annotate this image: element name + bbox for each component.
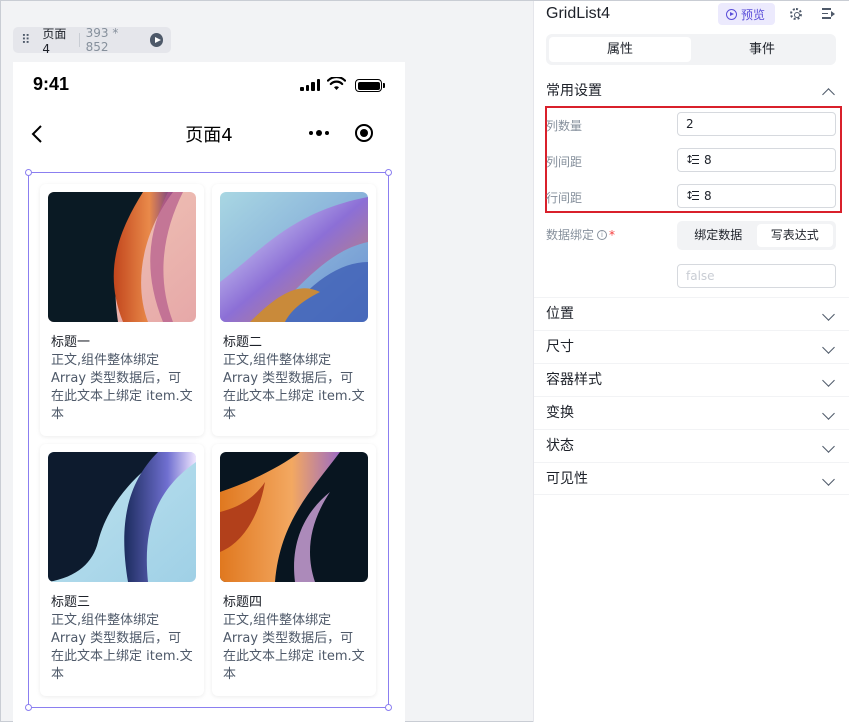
card-image [48, 192, 196, 322]
data-binding-label: 数据绑定 i * [546, 226, 615, 243]
card-body: 正文,组件整体绑定 Array 类型数据后，可在此文本上绑定 item.文本 [51, 353, 193, 422]
column-gap-value: 8 [704, 153, 712, 167]
expression-input[interactable]: false [677, 264, 836, 288]
row-gap-label: 行间距 [546, 191, 583, 205]
panel-tabs: 属性 事件 [546, 34, 836, 65]
section-size[interactable]: 尺寸 [534, 330, 849, 363]
page-tag-size: 393 * 852 [85, 26, 119, 54]
card-title: 标题二 [223, 335, 263, 350]
row-gap-input[interactable]: 8 [677, 184, 836, 208]
page-tag-name: 页面4 [42, 26, 67, 56]
resize-handle[interactable] [385, 169, 392, 176]
section-state[interactable]: 状态 [534, 429, 849, 462]
section-title: 位置 [546, 306, 574, 322]
section-container-style[interactable]: 容器样式 [534, 363, 849, 396]
card-title: 标题一 [51, 335, 91, 350]
card-image [220, 192, 368, 322]
more-dots-icon[interactable] [309, 127, 331, 139]
chevron-down-icon [822, 341, 835, 354]
page-tag[interactable]: ⠿ 页面4 393 * 852 [13, 26, 171, 56]
property-panel: GridList4 预览 属性 事件 常用设置 列数量 2 列间距 8 行间距 [533, 1, 849, 722]
data-binding-text: 数据绑定 [546, 228, 595, 242]
card-body: 正文,组件整体绑定 Array 类型数据后，可在此文本上绑定 item.文本 [223, 353, 365, 422]
mini-program-capsule [305, 117, 393, 149]
resize-handle[interactable] [25, 169, 32, 176]
resize-handle[interactable] [385, 704, 392, 711]
preview-label: 预览 [741, 7, 766, 22]
section-title: 容器样式 [546, 372, 602, 388]
section-title: 状态 [546, 438, 574, 454]
data-binding-toggle: 绑定数据 写表达式 [677, 221, 836, 250]
section-title: 可见性 [546, 471, 588, 487]
component-name: GridList4 [546, 5, 611, 22]
grid-list[interactable]: 标题一 正文,组件整体绑定 Array 类型数据后，可在此文本上绑定 item.… [40, 184, 376, 696]
section-transform[interactable]: 变换 [534, 396, 849, 429]
page-tag-divider [78, 33, 80, 47]
card-image [48, 452, 196, 582]
nav-bar: 页面4 [13, 112, 405, 156]
card-title: 标题四 [223, 595, 263, 610]
preview-button[interactable]: 预览 [718, 3, 775, 25]
columns-input[interactable]: 2 [677, 112, 836, 136]
tab-properties[interactable]: 属性 [549, 37, 691, 62]
play-icon[interactable] [149, 33, 163, 47]
section-title: 尺寸 [546, 339, 574, 355]
play-circle-icon [726, 8, 737, 20]
bind-data-option[interactable]: 绑定数据 [680, 224, 757, 247]
chevron-down-icon [822, 374, 835, 387]
drag-handle-icon[interactable]: ⠿ [21, 33, 34, 48]
gear-icon[interactable] [790, 8, 802, 20]
card-body: 正文,组件整体绑定 Array 类型数据后，可在此文本上绑定 item.文本 [51, 613, 193, 682]
grid-card[interactable]: 标题四 正文,组件整体绑定 Array 类型数据后，可在此文本上绑定 item.… [212, 444, 376, 696]
columns-label: 列数量 [546, 119, 583, 133]
chevron-down-icon [822, 440, 835, 453]
row-gap-value: 8 [704, 189, 712, 203]
section-title: 常用设置 [546, 83, 602, 99]
section-position[interactable]: 位置 [534, 297, 849, 330]
chevron-down-icon [822, 407, 835, 420]
card-image [220, 452, 368, 582]
columns-value: 2 [686, 117, 694, 131]
status-time: 9:41 [33, 74, 70, 94]
section-title: 变换 [546, 405, 574, 421]
app-frame: ⠿ 页面4 393 * 852 9:41 页面4 标题一 正文,组件整体绑定 A… [0, 0, 849, 722]
expression-option[interactable]: 写表达式 [756, 224, 833, 247]
column-gap-label: 列间距 [546, 155, 583, 169]
grid-card[interactable]: 标题一 正文,组件整体绑定 Array 类型数据后，可在此文本上绑定 item.… [40, 184, 204, 436]
close-circle-icon[interactable] [355, 124, 373, 142]
card-title: 标题三 [51, 595, 91, 610]
resize-handle[interactable] [25, 704, 32, 711]
signal-icon [300, 79, 320, 91]
column-gap-input[interactable]: 8 [677, 148, 836, 172]
collapse-panel-icon[interactable] [822, 8, 835, 19]
section-visibility[interactable]: 可见性 [534, 462, 849, 495]
grid-card[interactable]: 标题三 正文,组件整体绑定 Array 类型数据后，可在此文本上绑定 item.… [40, 444, 204, 696]
line-height-icon [685, 185, 699, 207]
chevron-down-icon [822, 473, 835, 486]
grid-card[interactable]: 标题二 正文,组件整体绑定 Array 类型数据后，可在此文本上绑定 item.… [212, 184, 376, 436]
chevron-down-icon [822, 308, 835, 321]
battery-icon [355, 79, 385, 92]
chevron-up-icon [822, 88, 835, 101]
line-height-icon [685, 149, 699, 171]
tab-events[interactable]: 事件 [691, 37, 833, 62]
section-common-settings[interactable]: 常用设置 [534, 75, 849, 108]
wifi-icon [327, 77, 346, 90]
card-body: 正文,组件整体绑定 Array 类型数据后，可在此文本上绑定 item.文本 [223, 613, 365, 682]
info-icon[interactable]: i [597, 229, 608, 240]
status-bar: 9:41 [13, 62, 405, 112]
expression-placeholder: false [686, 269, 715, 283]
required-mark: * [609, 227, 616, 242]
